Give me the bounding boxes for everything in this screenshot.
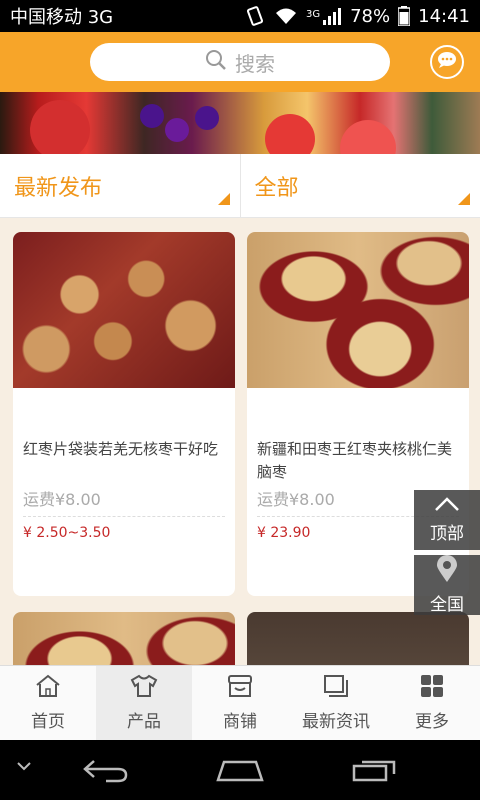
back-to-top-label: 顶部 [430, 524, 464, 544]
signal-icon [322, 6, 342, 26]
clock: 14:41 [418, 5, 470, 27]
region-button[interactable]: 全国 [414, 555, 480, 615]
product-card[interactable] [13, 612, 235, 665]
system-navigation-bar [0, 740, 480, 800]
network-type: 3G [305, 9, 321, 20]
product-price: ¥ 2.50~3.50 [23, 525, 111, 541]
product-card[interactable] [247, 612, 469, 665]
battery-icon [398, 6, 411, 26]
grape-shape [140, 104, 164, 128]
chat-bubble-icon [436, 51, 458, 73]
tab-label: 产品 [127, 712, 161, 732]
app-header: 搜索 [0, 32, 480, 92]
sort-filter-label: 最新发布 [14, 175, 103, 201]
apple-shape [265, 114, 315, 154]
vibrate-icon [244, 5, 266, 27]
back-to-top-button[interactable]: 顶部 [414, 490, 480, 550]
home-icon [35, 674, 61, 703]
product-shipping: 运费¥8.00 [23, 490, 101, 509]
dropdown-triangle-icon [458, 193, 470, 205]
bottom-tab-bar: 首页 产品 商铺 最新资讯 更多 [0, 665, 480, 740]
tab-more[interactable]: 更多 [384, 666, 480, 740]
search-placeholder: 搜索 [235, 51, 275, 76]
tab-home[interactable]: 首页 [0, 666, 96, 740]
wifi-icon [274, 6, 298, 26]
shop-icon [226, 674, 254, 703]
message-button[interactable] [430, 45, 464, 79]
carrier-label: 中国移动 3G [10, 7, 114, 28]
filter-bar: 最新发布 全部 [0, 154, 480, 218]
pepper-shape [30, 100, 90, 154]
tab-label: 最新资讯 [302, 712, 370, 732]
search-input[interactable]: 搜索 [90, 43, 390, 81]
fruit-banner[interactable] [0, 92, 480, 154]
product-grid: 红枣片袋装若羌无核枣干好吃 运费¥8.00 ¥ 2.50~3.50 新疆和田枣王… [0, 218, 480, 665]
product-name: 红枣片袋装若羌无核枣干好吃 [23, 440, 219, 458]
product-name: 新疆和田枣王红枣夹核桃仁美脑枣 [257, 440, 453, 481]
battery-percent: 78% [350, 5, 391, 27]
category-filter[interactable]: 全部 [239, 154, 480, 217]
chevron-up-icon [433, 496, 461, 517]
shirt-icon [130, 674, 158, 703]
tab-label: 首页 [31, 712, 65, 732]
home-button-icon[interactable] [215, 758, 265, 782]
product-image [247, 232, 469, 388]
product-card[interactable]: 红枣片袋装若羌无核枣干好吃 运费¥8.00 ¥ 2.50~3.50 [13, 232, 235, 596]
apple-shape [340, 120, 396, 154]
category-filter-label: 全部 [254, 175, 299, 201]
recent-apps-icon[interactable] [352, 756, 398, 782]
tab-label: 更多 [415, 712, 449, 732]
region-label: 全国 [430, 595, 464, 615]
search-icon [205, 49, 227, 76]
tab-news[interactable]: 最新资讯 [288, 666, 384, 740]
grape-shape [165, 118, 189, 142]
status-bar: 中国移动 3G 3G 78% 14:41 [0, 0, 480, 32]
grid-icon [420, 674, 444, 703]
product-image [247, 612, 469, 665]
dropdown-triangle-icon [217, 193, 230, 205]
location-pin-icon [436, 555, 458, 588]
chevron-down-icon[interactable] [16, 760, 32, 772]
grape-shape [195, 106, 219, 130]
product-image [13, 232, 235, 388]
back-icon[interactable] [82, 757, 130, 783]
product-image [13, 612, 235, 665]
tab-shops[interactable]: 商铺 [192, 666, 288, 740]
news-icon [322, 674, 350, 703]
tab-label: 商铺 [223, 712, 257, 732]
tab-products[interactable]: 产品 [96, 666, 192, 740]
sort-filter[interactable]: 最新发布 [0, 154, 240, 217]
